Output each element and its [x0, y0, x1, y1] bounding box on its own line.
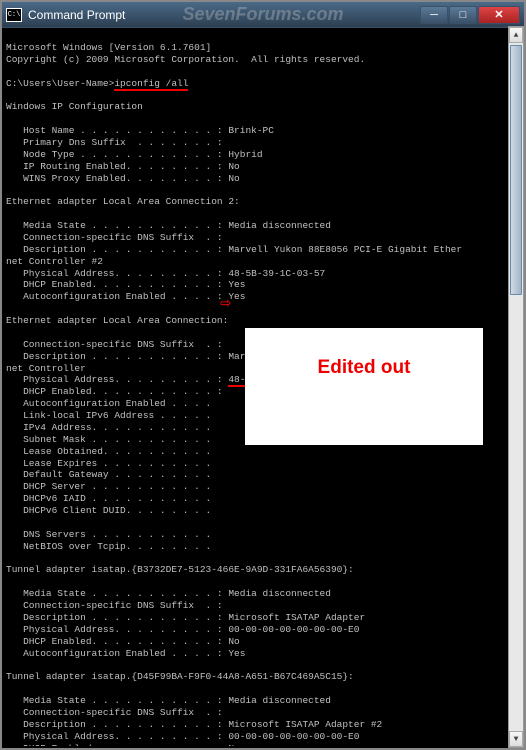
- output-line: Description . . . . . . . . . . . : Micr…: [6, 612, 365, 623]
- scroll-down-button[interactable]: ▼: [509, 731, 523, 747]
- output-line: Connection-specific DNS Suffix . :: [6, 339, 223, 350]
- output-line: Connection-specific DNS Suffix . :: [6, 600, 223, 611]
- scroll-up-button[interactable]: ▲: [509, 27, 523, 43]
- output-line: Node Type . . . . . . . . . . . . : Hybr…: [6, 149, 263, 160]
- output-line: Media State . . . . . . . . . . . : Medi…: [6, 695, 331, 706]
- edited-out-overlay: Edited out: [245, 328, 483, 445]
- command-ipconfig: ipconfig /all: [114, 78, 188, 91]
- output-line: DNS Servers . . . . . . . . . . .: [6, 529, 217, 540]
- copyright-line: Copyright (c) 2009 Microsoft Corporation…: [6, 54, 365, 65]
- output-line: Physical Address. . . . . . . . . : 00-0…: [6, 731, 359, 742]
- section-header: Windows IP Configuration: [6, 101, 143, 112]
- output-line: DHCP Enabled. . . . . . . . . . . :: [6, 386, 228, 397]
- output-line: Physical Address. . . . . . . . . : 48-5…: [6, 268, 325, 279]
- section-header: Ethernet adapter Local Area Connection 2…: [6, 196, 240, 207]
- output-line: DHCPv6 Client DUID. . . . . . . .: [6, 505, 217, 516]
- output-line: Description . . . . . . . . . . . : Micr…: [6, 719, 382, 730]
- output-line: Primary Dns Suffix . . . . . . . :: [6, 137, 223, 148]
- maximize-button[interactable]: □: [449, 6, 477, 24]
- output-line: Lease Expires . . . . . . . . . .: [6, 458, 217, 469]
- output-line: Media State . . . . . . . . . . . : Medi…: [6, 588, 331, 599]
- terminal-output[interactable]: Microsoft Windows [Version 6.1.7601] Cop…: [2, 28, 524, 746]
- window-title: Command Prompt: [28, 8, 420, 22]
- section-header: Tunnel adapter isatap.{B3732DE7-5123-466…: [6, 564, 354, 575]
- output-line: DHCP Server . . . . . . . . . . .: [6, 481, 217, 492]
- section-header: Tunnel adapter isatap.{D45F99BA-F9F0-44A…: [6, 671, 354, 682]
- output-line: net Controller #2: [6, 256, 103, 267]
- output-line: Subnet Mask . . . . . . . . . . .: [6, 434, 217, 445]
- output-line: DHCP Enabled. . . . . . . . . . . : No: [6, 636, 240, 647]
- output-line: DHCPv6 IAID . . . . . . . . . . .: [6, 493, 217, 504]
- output-line: Description . . . . . . . . . . . :: [6, 351, 228, 362]
- output-line: Physical Address. . . . . . . . . :: [6, 374, 228, 385]
- prompt: C:\Users\User-Name>: [6, 78, 114, 89]
- output-line: Autoconfiguration Enabled . . . . : Yes: [6, 648, 245, 659]
- minimize-button[interactable]: ─: [420, 6, 448, 24]
- close-button[interactable]: ✕: [478, 6, 520, 24]
- output-line: DHCP Enabled. . . . . . . . . . . : Yes: [6, 279, 245, 290]
- output-line: NetBIOS over Tcpip. . . . . . . .: [6, 541, 217, 552]
- arrow-icon: ⇨: [220, 293, 231, 316]
- output-line: IP Routing Enabled. . . . . . . . : No: [6, 161, 240, 172]
- version-line: Microsoft Windows [Version 6.1.7601]: [6, 42, 211, 53]
- output-line: Autoconfiguration Enabled . . . . : Yes: [6, 291, 245, 302]
- scrollbar[interactable]: ▲ ▼: [508, 26, 524, 748]
- section-header: Ethernet adapter Local Area Connection:: [6, 315, 228, 326]
- output-line: Connection-specific DNS Suffix . :: [6, 232, 223, 243]
- output-line: Connection-specific DNS Suffix . :: [6, 707, 223, 718]
- output-line: Link-local IPv6 Address . . . . .: [6, 410, 217, 421]
- output-line: Default Gateway . . . . . . . . .: [6, 469, 217, 480]
- output-line: net Controller: [6, 363, 86, 374]
- output-line: Description . . . . . . . . . . . : Marv…: [6, 244, 462, 255]
- cmd-icon: C:\: [6, 8, 22, 22]
- output-line: Host Name . . . . . . . . . . . . : Brin…: [6, 125, 274, 136]
- output-line: WINS Proxy Enabled. . . . . . . . : No: [6, 173, 240, 184]
- output-line: IPv4 Address. . . . . . . . . . .: [6, 422, 217, 433]
- output-line: DHCP Enabled. . . . . . . . . . . : No: [6, 743, 240, 747]
- output-line: Autoconfiguration Enabled . . . .: [6, 398, 217, 409]
- scroll-thumb[interactable]: [510, 45, 522, 295]
- output-line: Lease Obtained. . . . . . . . . .: [6, 446, 217, 457]
- window-controls: ─ □ ✕: [420, 6, 520, 24]
- output-line: Physical Address. . . . . . . . . : 00-0…: [6, 624, 359, 635]
- titlebar[interactable]: C:\ Command Prompt ─ □ ✕: [2, 2, 524, 28]
- output-line: Media State . . . . . . . . . . . : Medi…: [6, 220, 331, 231]
